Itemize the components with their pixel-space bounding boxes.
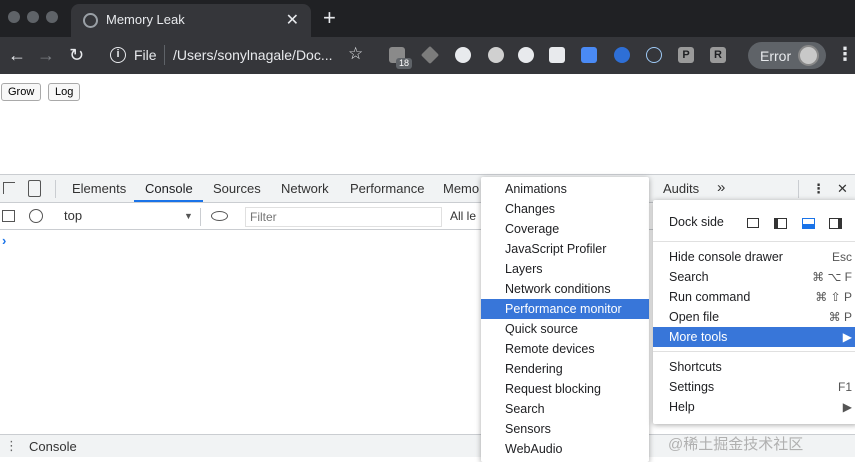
drawer-menu-icon[interactable]: ⋮ — [5, 438, 18, 454]
dock-bottom-icon[interactable] — [802, 218, 815, 229]
extension-globe-icon[interactable] — [614, 47, 630, 63]
menu-item-quick-source[interactable]: Quick source — [481, 319, 649, 339]
extension-r-icon[interactable]: R — [710, 47, 726, 63]
dock-left-icon[interactable] — [774, 218, 787, 229]
extension-p-icon[interactable]: P — [678, 47, 694, 63]
react-icon[interactable] — [646, 47, 662, 63]
browser-tab[interactable]: Memory Leak ✕ — [71, 4, 311, 37]
menu-item-open-file[interactable]: Open file ⌘ P — [653, 307, 855, 327]
menu-item-remote-devices[interactable]: Remote devices — [481, 339, 649, 359]
devtools-tab-bar: Elements Console Sources Network Perform… — [0, 175, 855, 203]
address-scheme[interactable]: File — [134, 47, 157, 63]
active-tab-indicator — [134, 200, 203, 202]
inspect-element-icon[interactable] — [3, 182, 15, 194]
sidebar-toggle-icon[interactable] — [2, 210, 15, 222]
address-bar-url[interactable]: /Users/sonylnagale/Doc... — [173, 47, 333, 63]
menu-item-request-blocking[interactable]: Request blocking — [481, 379, 649, 399]
more-tools-submenu: Animations Changes Coverage JavaScript P… — [481, 177, 649, 462]
menu-item-webaudio[interactable]: WebAudio — [481, 439, 649, 459]
toolbar-divider — [798, 180, 799, 198]
tab-network[interactable]: Network — [281, 181, 329, 196]
context-selector[interactable]: top — [64, 208, 82, 223]
tab-memory[interactable]: Memo — [443, 181, 479, 196]
extension-circle-icon[interactable] — [455, 47, 471, 63]
menu-item-search[interactable]: Search — [481, 399, 649, 419]
tab-console[interactable]: Console — [145, 181, 193, 196]
profile-error-button[interactable]: Error — [748, 42, 826, 69]
extension-badge: 18 — [396, 58, 413, 69]
menu-item-shortcuts[interactable]: Shortcuts — [653, 357, 855, 377]
log-levels-dropdown[interactable]: All le — [450, 209, 476, 223]
tab-title: Memory Leak — [106, 12, 185, 27]
menu-item-hide-console-drawer[interactable]: Hide console drawer Esc — [653, 247, 855, 267]
toolbar-divider — [200, 208, 201, 226]
browser-menu-icon[interactable]: ⋮ — [836, 44, 854, 65]
extension-cookie-icon[interactable] — [488, 47, 504, 63]
error-label: Error — [760, 48, 792, 64]
eye-icon[interactable] — [211, 211, 228, 221]
menu-item-performance-monitor[interactable]: Performance monitor — [481, 299, 649, 319]
info-icon[interactable]: i — [110, 47, 126, 63]
maximize-window-button[interactable] — [46, 11, 58, 23]
forward-button[interactable]: → — [37, 43, 55, 67]
menu-item-rendering[interactable]: Rendering — [481, 359, 649, 379]
tab-audits[interactable]: Audits — [663, 181, 699, 196]
address-divider — [164, 45, 165, 65]
bookmark-star-icon[interactable]: ☆ — [348, 44, 363, 64]
globe-icon — [83, 13, 98, 28]
close-window-button[interactable] — [8, 11, 20, 23]
close-devtools-icon[interactable]: ✕ — [837, 181, 848, 197]
toolbar-divider — [55, 180, 56, 198]
device-toolbar-icon[interactable] — [28, 180, 41, 197]
more-tabs-icon[interactable]: » — [717, 179, 725, 196]
devtools-menu-icon[interactable]: ⋮ — [812, 181, 825, 197]
tab-elements[interactable]: Elements — [72, 181, 126, 196]
menu-divider — [653, 351, 855, 352]
log-button[interactable]: Log — [48, 83, 81, 101]
back-button[interactable]: ← — [8, 43, 26, 67]
menu-item-more-tools[interactable]: More tools ▶ — [653, 327, 855, 347]
chevron-down-icon: ▼ — [184, 211, 193, 221]
browser-tab-strip: Memory Leak ✕ + — [0, 0, 855, 37]
menu-item-settings[interactable]: Settings F1 — [653, 377, 855, 397]
extension-dots-icon[interactable] — [518, 47, 534, 63]
clear-console-icon[interactable] — [29, 209, 43, 223]
menu-item-network-conditions[interactable]: Network conditions — [481, 279, 649, 299]
avatar — [798, 45, 819, 66]
menu-item-javascript-profiler[interactable]: JavaScript Profiler — [481, 239, 649, 259]
menu-item-search[interactable]: Search ⌘ ⌥ F — [653, 267, 855, 287]
tab-performance[interactable]: Performance — [350, 181, 424, 196]
console-prompt[interactable]: › — [2, 233, 6, 248]
menu-item-help[interactable]: Help ▶ — [653, 397, 855, 417]
drawer-tab-console[interactable]: Console — [29, 439, 77, 454]
new-tab-button[interactable]: + — [323, 7, 336, 29]
tab-sources[interactable]: Sources — [213, 181, 261, 196]
close-tab-icon[interactable]: ✕ — [286, 10, 299, 30]
menu-item-sensors[interactable]: Sensors — [481, 419, 649, 439]
dock-right-icon[interactable] — [829, 218, 842, 229]
undock-icon[interactable] — [747, 218, 759, 228]
menu-item-changes[interactable]: Changes — [481, 199, 649, 219]
menu-divider — [653, 241, 855, 242]
camera-icon[interactable] — [549, 47, 565, 63]
grow-button[interactable]: Grow — [1, 83, 42, 101]
menu-item-coverage[interactable]: Coverage — [481, 219, 649, 239]
menu-item-run-command[interactable]: Run command ⌘ ⇧ P — [653, 287, 855, 307]
filter-input[interactable] — [245, 207, 442, 227]
menu-item-layers[interactable]: Layers — [481, 259, 649, 279]
devtools-main-menu: Dock side Hide console drawer Esc Search ⌘… — [653, 200, 855, 424]
menu-item-animations[interactable]: Animations — [481, 179, 649, 199]
minimize-window-button[interactable] — [27, 11, 39, 23]
watermark: @稀土掘金技术社区 — [668, 436, 804, 453]
puzzle-icon[interactable] — [581, 47, 597, 63]
reload-button[interactable]: ↻ — [69, 43, 84, 67]
